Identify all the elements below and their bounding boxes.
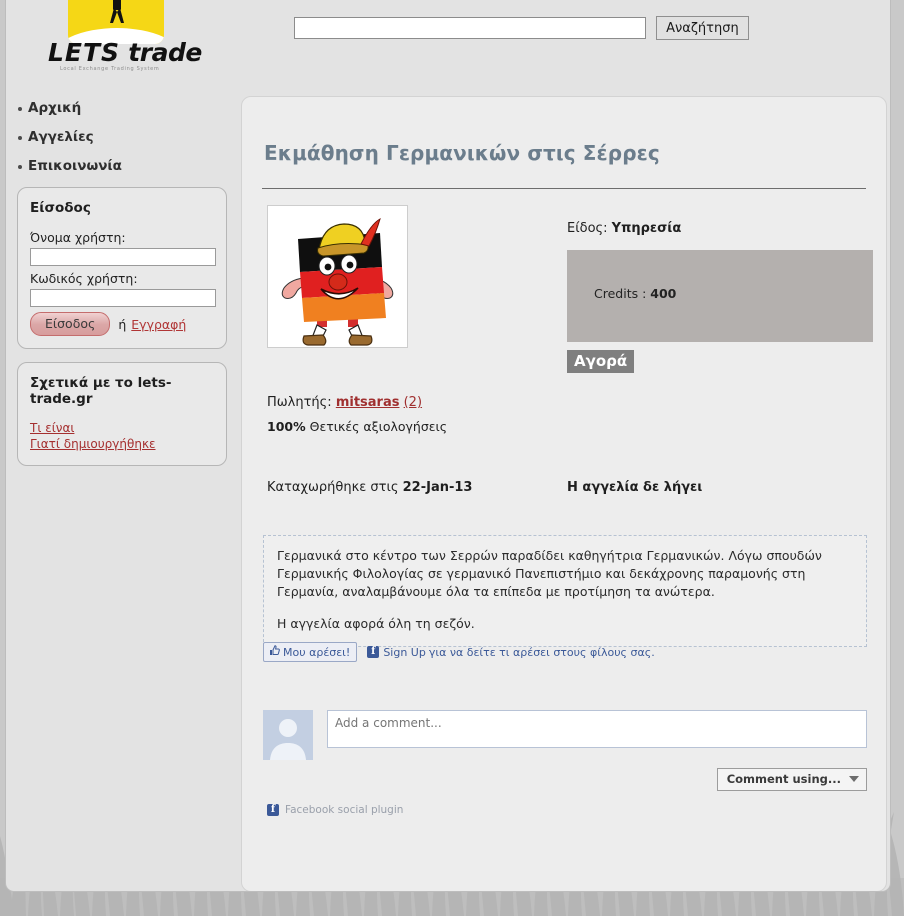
facebook-like-bar: Μου αρέσει! f Sign Up για να δείτε τι αρ…: [263, 642, 655, 662]
seller-info: Πωλητής: mitsaras (2): [267, 395, 422, 410]
listing-panel: Εκμάθηση Γερμανικών στις Σέρρες Είδος: Υ…: [241, 96, 887, 891]
nav-link-listings[interactable]: Αγγελίες: [28, 129, 94, 145]
main-navigation: Αρχική Αγγελίες Επικοινωνία: [6, 100, 238, 174]
login-box: Είσοδος Όνομα χρήστη: Κωδικός χρήστη: Εί…: [17, 187, 227, 349]
description-paragraph-2: Η αγγελία αφορά όλη τη σεζόν.: [277, 616, 475, 631]
nav-link-contact[interactable]: Επικοινωνία: [28, 158, 122, 174]
logo-word-trade: trade: [128, 38, 202, 67]
credits-value: 400: [650, 286, 677, 301]
username-input[interactable]: [30, 248, 216, 266]
avatar: [263, 710, 313, 760]
facebook-plugin-footer: f Facebook social plugin: [263, 804, 403, 816]
page-container: LETS trade Local Exchange Trading System…: [5, 0, 891, 892]
listing-meta: Είδος: Υπηρεσία Credits : 400 Αγορά: [567, 221, 873, 373]
credits-text: Credits : 400: [594, 286, 676, 301]
listing-image[interactable]: [267, 205, 408, 348]
listing-description: Γερμανικά στο κέντρο των Σερρών παραδίδε…: [263, 535, 867, 647]
sidebar: LETS trade Local Exchange Trading System…: [6, 0, 238, 466]
listing-kind: Είδος: Υπηρεσία: [567, 221, 873, 236]
title-divider: [262, 188, 866, 189]
buy-button[interactable]: Αγορά: [567, 350, 635, 373]
seller-name-link[interactable]: mitsaras: [336, 395, 400, 410]
password-label: Κωδικός χρήστη:: [30, 271, 138, 286]
about-box-title: Σχετικά με το lets-trade.gr: [30, 375, 172, 407]
login-actions: Είσοδος ή Εγγραφή: [30, 312, 214, 336]
logo-word-lets: LETS: [48, 38, 121, 67]
nav-item-home[interactable]: Αρχική: [18, 100, 238, 116]
login-or-text: ή: [118, 316, 127, 332]
comment-row: [263, 710, 867, 760]
seller-rating: 100% Θετικές αξιολογήσεις: [267, 419, 447, 434]
expiry-text: Η αγγελία δε λήγει: [567, 480, 703, 495]
facebook-like-button[interactable]: Μου αρέσει!: [263, 642, 358, 662]
comment-using-dropdown[interactable]: Comment using...: [716, 768, 867, 791]
facebook-comment-widget: Comment using... f Facebook social plugi…: [263, 710, 867, 816]
posted-label: Καταχωρήθηκε στις: [267, 480, 399, 495]
facebook-signup-tail: για να δείτε τι αρέσει στους φίλους σας.: [428, 645, 655, 659]
rating-text: Θετικές αξιολογήσεις: [309, 419, 448, 434]
listing-kind-value: Υπηρεσία: [611, 221, 682, 236]
person-silhouette-icon: [110, 0, 124, 23]
facebook-f-icon: f: [367, 646, 380, 658]
facebook-signup-link[interactable]: Sign Up: [383, 646, 426, 659]
comment-using-label: Comment using...: [726, 772, 841, 786]
comment-input[interactable]: [327, 710, 867, 748]
seller-rating-count-link[interactable]: (2): [404, 395, 422, 410]
register-link[interactable]: Εγγραφή: [131, 317, 186, 332]
credits-box: Credits : 400: [567, 250, 873, 342]
avatar-placeholder-icon: [263, 710, 313, 760]
facebook-plugin-label: Facebook social plugin: [285, 804, 404, 816]
credits-label: Credits :: [594, 286, 647, 301]
seller-label: Πωλητής:: [267, 395, 332, 410]
login-submit-button[interactable]: Είσοδος: [30, 312, 111, 336]
site-logo[interactable]: LETS trade Local Exchange Trading System: [6, 0, 238, 88]
nav-link-home[interactable]: Αρχική: [28, 100, 81, 116]
about-link-what-is-it[interactable]: Τι είναι: [30, 421, 214, 435]
chevron-down-icon: [849, 776, 859, 782]
nav-item-contact[interactable]: Επικοινωνία: [18, 158, 238, 174]
facebook-plugin-f-icon: f: [267, 804, 279, 816]
about-link-why-created[interactable]: Γιατί δημιουργήθηκε: [30, 437, 214, 451]
page-title: Εκμάθηση Γερμανικών στις Σέρρες: [264, 141, 660, 165]
logo-subtitle: Local Exchange Trading System: [60, 66, 160, 72]
login-box-title: Είσοδος: [30, 200, 91, 216]
search-bar: Αναζήτηση: [294, 16, 749, 40]
search-input[interactable]: [294, 17, 646, 39]
description-paragraph-1: Γερμανικά στο κέντρο των Σερρών παραδίδε…: [277, 548, 822, 599]
username-label: Όνομα χρήστη:: [30, 230, 126, 245]
german-flag-character-icon: [268, 206, 407, 347]
posted-date-line: Καταχωρήθηκε στις 22-Jan-13: [267, 480, 472, 495]
search-button[interactable]: Αναζήτηση: [656, 16, 749, 40]
facebook-like-label: Μου αρέσει!: [283, 645, 351, 659]
posted-date: 22-Jan-13: [402, 480, 473, 495]
listing-kind-label: Είδος:: [567, 221, 608, 236]
logo-wordmark: LETS trade: [48, 38, 202, 67]
nav-item-listings[interactable]: Αγγελίες: [18, 129, 238, 145]
rating-percent: 100%: [267, 419, 306, 434]
about-links: Τι είναι Γιατί δημιουργήθηκε: [30, 421, 214, 451]
about-box: Σχετικά με το lets-trade.gr Τι είναι Για…: [17, 362, 227, 466]
thumbs-up-icon: [269, 645, 280, 659]
password-input[interactable]: [30, 289, 216, 307]
